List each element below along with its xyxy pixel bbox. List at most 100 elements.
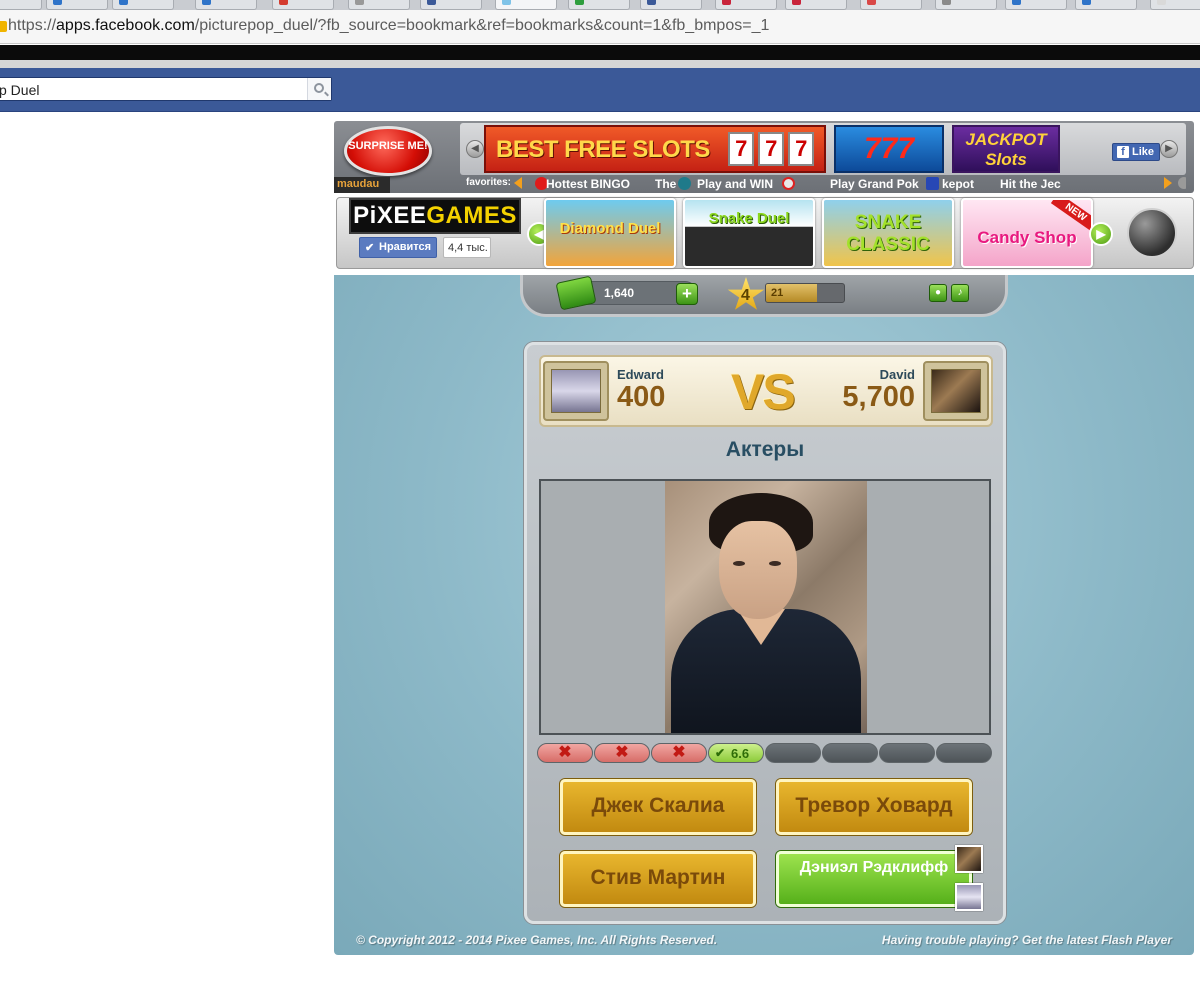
browser-tab[interactable] (0, 0, 42, 10)
browser-tab[interactable] (640, 0, 702, 10)
player2-score: 5,700 (842, 381, 915, 413)
player2-answer-marker (955, 845, 983, 873)
games-next-icon[interactable]: ▶ (1089, 222, 1113, 246)
cash-icon (555, 275, 597, 311)
tab-favicon-icon (1012, 0, 1021, 5)
player1-avatar (543, 361, 609, 421)
url-scheme: https:// (8, 17, 57, 34)
browser-tab-active[interactable] (495, 0, 557, 10)
favorite-item[interactable]: kepot (942, 177, 974, 191)
tab-favicon-icon (355, 0, 364, 5)
browser-tab[interactable] (1075, 0, 1137, 10)
question-photo (665, 481, 867, 733)
info-icon[interactable] (1178, 177, 1186, 189)
wheel-icon (782, 177, 795, 190)
browser-tab[interactable] (272, 0, 334, 10)
maudau-logo[interactable]: maudau (334, 177, 390, 193)
browser-tab[interactable] (860, 0, 922, 10)
candy-shop-title: Candy Shop (977, 228, 1077, 247)
browser-tab[interactable] (1005, 0, 1067, 10)
url-text[interactable]: https://apps.facebook.com/picturepop_due… (8, 17, 769, 35)
best-free-slots-ad[interactable]: BEST FREE SLOTS 7 7 7 (484, 125, 826, 173)
round-correct: 6.6 (708, 743, 764, 763)
game-thumb-diamond-duel[interactable]: Diamond Duel (544, 198, 676, 268)
favorite-item[interactable]: Play Grand Pok (830, 177, 919, 191)
browser-tab[interactable] (195, 0, 257, 10)
address-bar[interactable]: https://apps.facebook.com/picturepop_due… (0, 10, 1200, 44)
answer-button-2[interactable]: Тревор Ховард (776, 779, 972, 835)
browser-tab[interactable] (46, 0, 108, 10)
browser-tab[interactable] (785, 0, 847, 10)
player1-name: Edward (617, 367, 664, 382)
money-counter: 1,640 + (555, 275, 698, 311)
globe-icon[interactable] (1127, 208, 1177, 258)
game-thumb-snake-duel[interactable]: Snake Duel (683, 198, 815, 268)
favorite-item[interactable]: The (655, 177, 676, 191)
answer-button-3[interactable]: Стив Мартин (560, 851, 756, 907)
slots-title: BEST FREE SLOTS (496, 136, 710, 163)
game-app: SURPRISE ME! maudau ◀ ▶ BEST FREE SLOTS … (334, 121, 1194, 955)
like-page-button[interactable]: Нравится (359, 237, 437, 258)
xp-value: 21 (771, 287, 784, 299)
round-pending (879, 743, 935, 763)
ad-prev-icon[interactable]: ◀ (466, 140, 484, 158)
tab-favicon-icon (575, 0, 584, 5)
search-button[interactable] (307, 78, 331, 100)
game-thumb-snake-classic[interactable]: SNAKE CLASSIC (822, 198, 954, 268)
flash-help-link[interactable]: Having trouble playing? Get the latest F… (882, 933, 1172, 947)
favorites-label: favorites: (466, 177, 512, 188)
browser-tab[interactable] (715, 0, 777, 10)
surprise-me-button[interactable]: SURPRISE ME! (344, 126, 432, 176)
toolbar-divider (0, 60, 1200, 68)
player2-avatar (923, 361, 989, 421)
bookmarks-bar (0, 45, 1200, 60)
sound-icon[interactable]: ♪ (951, 284, 969, 302)
avatar (551, 369, 601, 413)
tab-favicon-icon (427, 0, 436, 5)
tab-favicon-icon (202, 0, 211, 5)
browser-tab[interactable] (348, 0, 410, 10)
round-wrong-icon: ✖ (537, 743, 593, 763)
browser-tab[interactable] (1150, 0, 1200, 10)
favorites-next-icon[interactable] (1164, 177, 1172, 189)
answer-button-correct[interactable]: Дэниэл Рэдклифф (776, 851, 972, 907)
sevens-slots-ad[interactable]: 777 (834, 125, 944, 173)
round-pending (765, 743, 821, 763)
favorite-item[interactable]: Hottest BINGO (546, 177, 630, 191)
game-stage: 1,640 + 4 21 ● ♪ Edward 400 VS David 5,7… (334, 275, 1194, 955)
pixee-games-bar: PiXEEGAMES Нравится 4,4 тыс. ◀ Diamond D… (336, 197, 1194, 269)
tab-favicon-icon (1082, 0, 1091, 5)
browser-tab[interactable] (112, 0, 174, 10)
favorite-item[interactable]: Play and WIN (697, 177, 773, 191)
facebook-like-button[interactable]: f Like (1112, 143, 1160, 161)
copyright-text: © Copyright 2012 - 2014 Pixee Games, Inc… (356, 933, 718, 947)
facebook-header: p Duel (0, 68, 1200, 112)
favorites-prev-icon[interactable] (514, 177, 522, 189)
browser-tab[interactable] (935, 0, 997, 10)
tab-favicon-icon (279, 0, 288, 5)
browser-tab[interactable] (568, 0, 630, 10)
tab-favicon-icon (119, 0, 128, 5)
add-money-button[interactable]: + (676, 283, 698, 305)
jackpot-slots-ad[interactable]: JACKPOT Slots (952, 125, 1060, 173)
game-thumb-candy-shop[interactable]: Candy Shop NEW (961, 198, 1093, 268)
browser-tab[interactable] (420, 0, 482, 10)
level-value: 4 (741, 287, 750, 304)
tab-favicon-icon (942, 0, 951, 5)
player1-score: 400 (617, 381, 666, 413)
facebook-search-box[interactable]: p Duel (0, 77, 332, 101)
logo-left: PiXEE (353, 202, 427, 229)
search-input[interactable]: p Duel (0, 82, 39, 98)
url-host: apps.facebook.com (56, 17, 195, 34)
question-category: Актеры (725, 438, 805, 461)
answer-button-1[interactable]: Джек Скалиа (560, 779, 756, 835)
tab-favicon-icon (867, 0, 876, 5)
ad-next-icon[interactable]: ▶ (1160, 140, 1178, 158)
search-icon (314, 83, 324, 93)
favorite-item[interactable]: Hit the Jec (1000, 177, 1061, 191)
pixee-games-logo[interactable]: PiXEEGAMES (349, 198, 521, 234)
logo-right: GAMES (426, 202, 517, 229)
round-wrong-icon: ✖ (594, 743, 650, 763)
photo-eye (733, 561, 745, 566)
profile-icon[interactable]: ● (929, 284, 947, 302)
